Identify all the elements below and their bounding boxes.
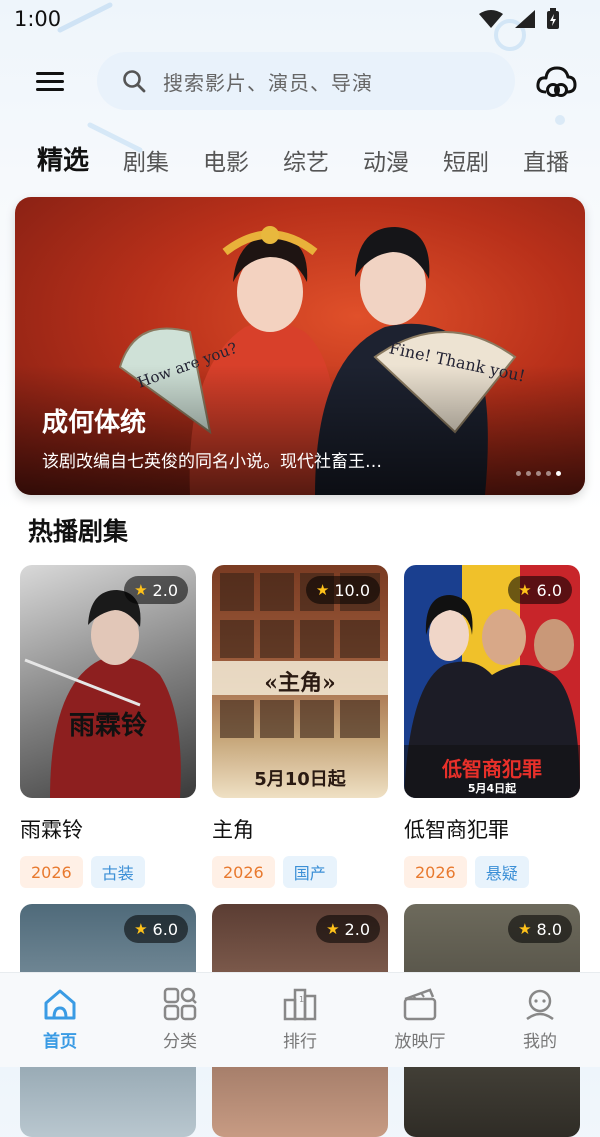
year-tag: 2026	[20, 856, 83, 888]
poster-date: 5月10日起	[254, 769, 346, 790]
rating-badge: ★ 6.0	[508, 576, 572, 604]
tab-short-drama[interactable]: 短剧	[443, 143, 489, 177]
star-icon: ★	[315, 581, 330, 599]
carousel-dot[interactable]	[516, 471, 521, 476]
rating-badge: ★ 2.0	[316, 915, 380, 943]
star-icon: ★	[518, 920, 532, 938]
show-poster: 雨霖铃 ★ 2.0	[20, 565, 196, 798]
signal-icon	[515, 10, 535, 28]
nav-ranking[interactable]: 1 排行	[240, 973, 360, 1067]
genre-tag: 悬疑	[474, 856, 529, 888]
status-time: 1:00	[14, 7, 62, 31]
star-icon: ★	[326, 920, 340, 938]
tab-variety[interactable]: 综艺	[283, 143, 329, 177]
star-icon: ★	[134, 920, 148, 938]
tab-anime[interactable]: 动漫	[363, 143, 409, 177]
show-title: 低智商犯罪	[404, 818, 509, 842]
featured-banner[interactable]: How are you? Fine! Thank you! 成何体统 该剧改编自…	[15, 197, 585, 495]
ranking-icon: 1	[283, 988, 317, 1021]
year-tag: 2026	[404, 856, 467, 888]
status-bar: 1:00	[0, 0, 600, 40]
rating-badge: ★ 8.0	[508, 915, 572, 943]
category-tabs: 精选 剧集 电影 综艺 动漫 短剧 直播	[37, 140, 569, 177]
theater-icon	[403, 988, 437, 1021]
poster-title: 雨霖铃	[68, 711, 147, 741]
genre-tag: 古装	[90, 856, 145, 888]
genre-tag: 国产	[282, 856, 337, 888]
show-poster: 低智商犯罪 5月4日起 ★ 6.0	[404, 565, 580, 798]
show-card[interactable]: 低智商犯罪 5月4日起 ★ 6.0 低智商犯罪 2026 悬疑	[404, 565, 580, 888]
nav-home[interactable]: 首页	[0, 973, 120, 1067]
show-card[interactable]: «主角» 5月10日起 ★ 10.0 主角 2026 国产	[212, 565, 388, 888]
section-title: 热播剧集	[28, 517, 129, 546]
poster-date: 5月4日起	[467, 782, 517, 795]
search-bar[interactable]: 搜索影片、演员、导演	[97, 52, 515, 110]
profile-icon	[526, 989, 554, 1021]
nav-category[interactable]: 分类	[120, 973, 240, 1067]
tab-series[interactable]: 剧集	[123, 143, 169, 177]
banner-title: 成何体统	[42, 408, 147, 438]
show-card[interactable]: 雨霖铃 ★ 2.0 雨霖铃 2026 古装	[20, 565, 196, 888]
cloud-sync-icon[interactable]	[535, 62, 577, 102]
carousel-dot[interactable]	[526, 471, 531, 476]
carousel-dot[interactable]	[546, 471, 551, 476]
year-tag: 2026	[212, 856, 275, 888]
battery-icon	[547, 8, 559, 29]
rating-badge: ★ 10.0	[305, 576, 380, 604]
search-icon	[123, 70, 146, 93]
show-title: 雨霖铃	[20, 818, 83, 842]
show-poster: «主角» 5月10日起 ★ 10.0	[212, 565, 388, 798]
tab-featured[interactable]: 精选	[37, 140, 89, 177]
star-icon: ★	[134, 581, 148, 599]
category-icon	[163, 987, 197, 1021]
bottom-navigation: 首页 分类 1 排行 放映厅 我的	[0, 972, 600, 1067]
rating-badge: ★ 6.0	[124, 915, 188, 943]
rating-badge: ★ 2.0	[124, 576, 188, 604]
show-title: 主角	[212, 818, 254, 842]
poster-title: 低智商犯罪	[442, 757, 542, 781]
tab-movies[interactable]: 电影	[203, 143, 249, 177]
poster-title: «主角»	[264, 670, 336, 696]
carousel-dot[interactable]	[536, 471, 541, 476]
home-icon	[44, 989, 76, 1020]
hamburger-icon	[36, 72, 64, 75]
search-placeholder: 搜索影片、演员、导演	[163, 70, 373, 95]
star-icon: ★	[518, 581, 532, 599]
tab-live[interactable]: 直播	[523, 143, 569, 177]
wifi-icon	[479, 10, 503, 28]
nav-profile[interactable]: 我的	[480, 973, 600, 1067]
carousel-indicator	[516, 471, 561, 476]
carousel-dot-active[interactable]	[556, 471, 561, 476]
svg-text:1: 1	[299, 995, 304, 1004]
nav-theater[interactable]: 放映厅	[360, 973, 480, 1067]
banner-description: 该剧改编自七英俊的同名小说。现代社畜王…	[42, 452, 382, 472]
menu-button[interactable]	[34, 68, 66, 96]
